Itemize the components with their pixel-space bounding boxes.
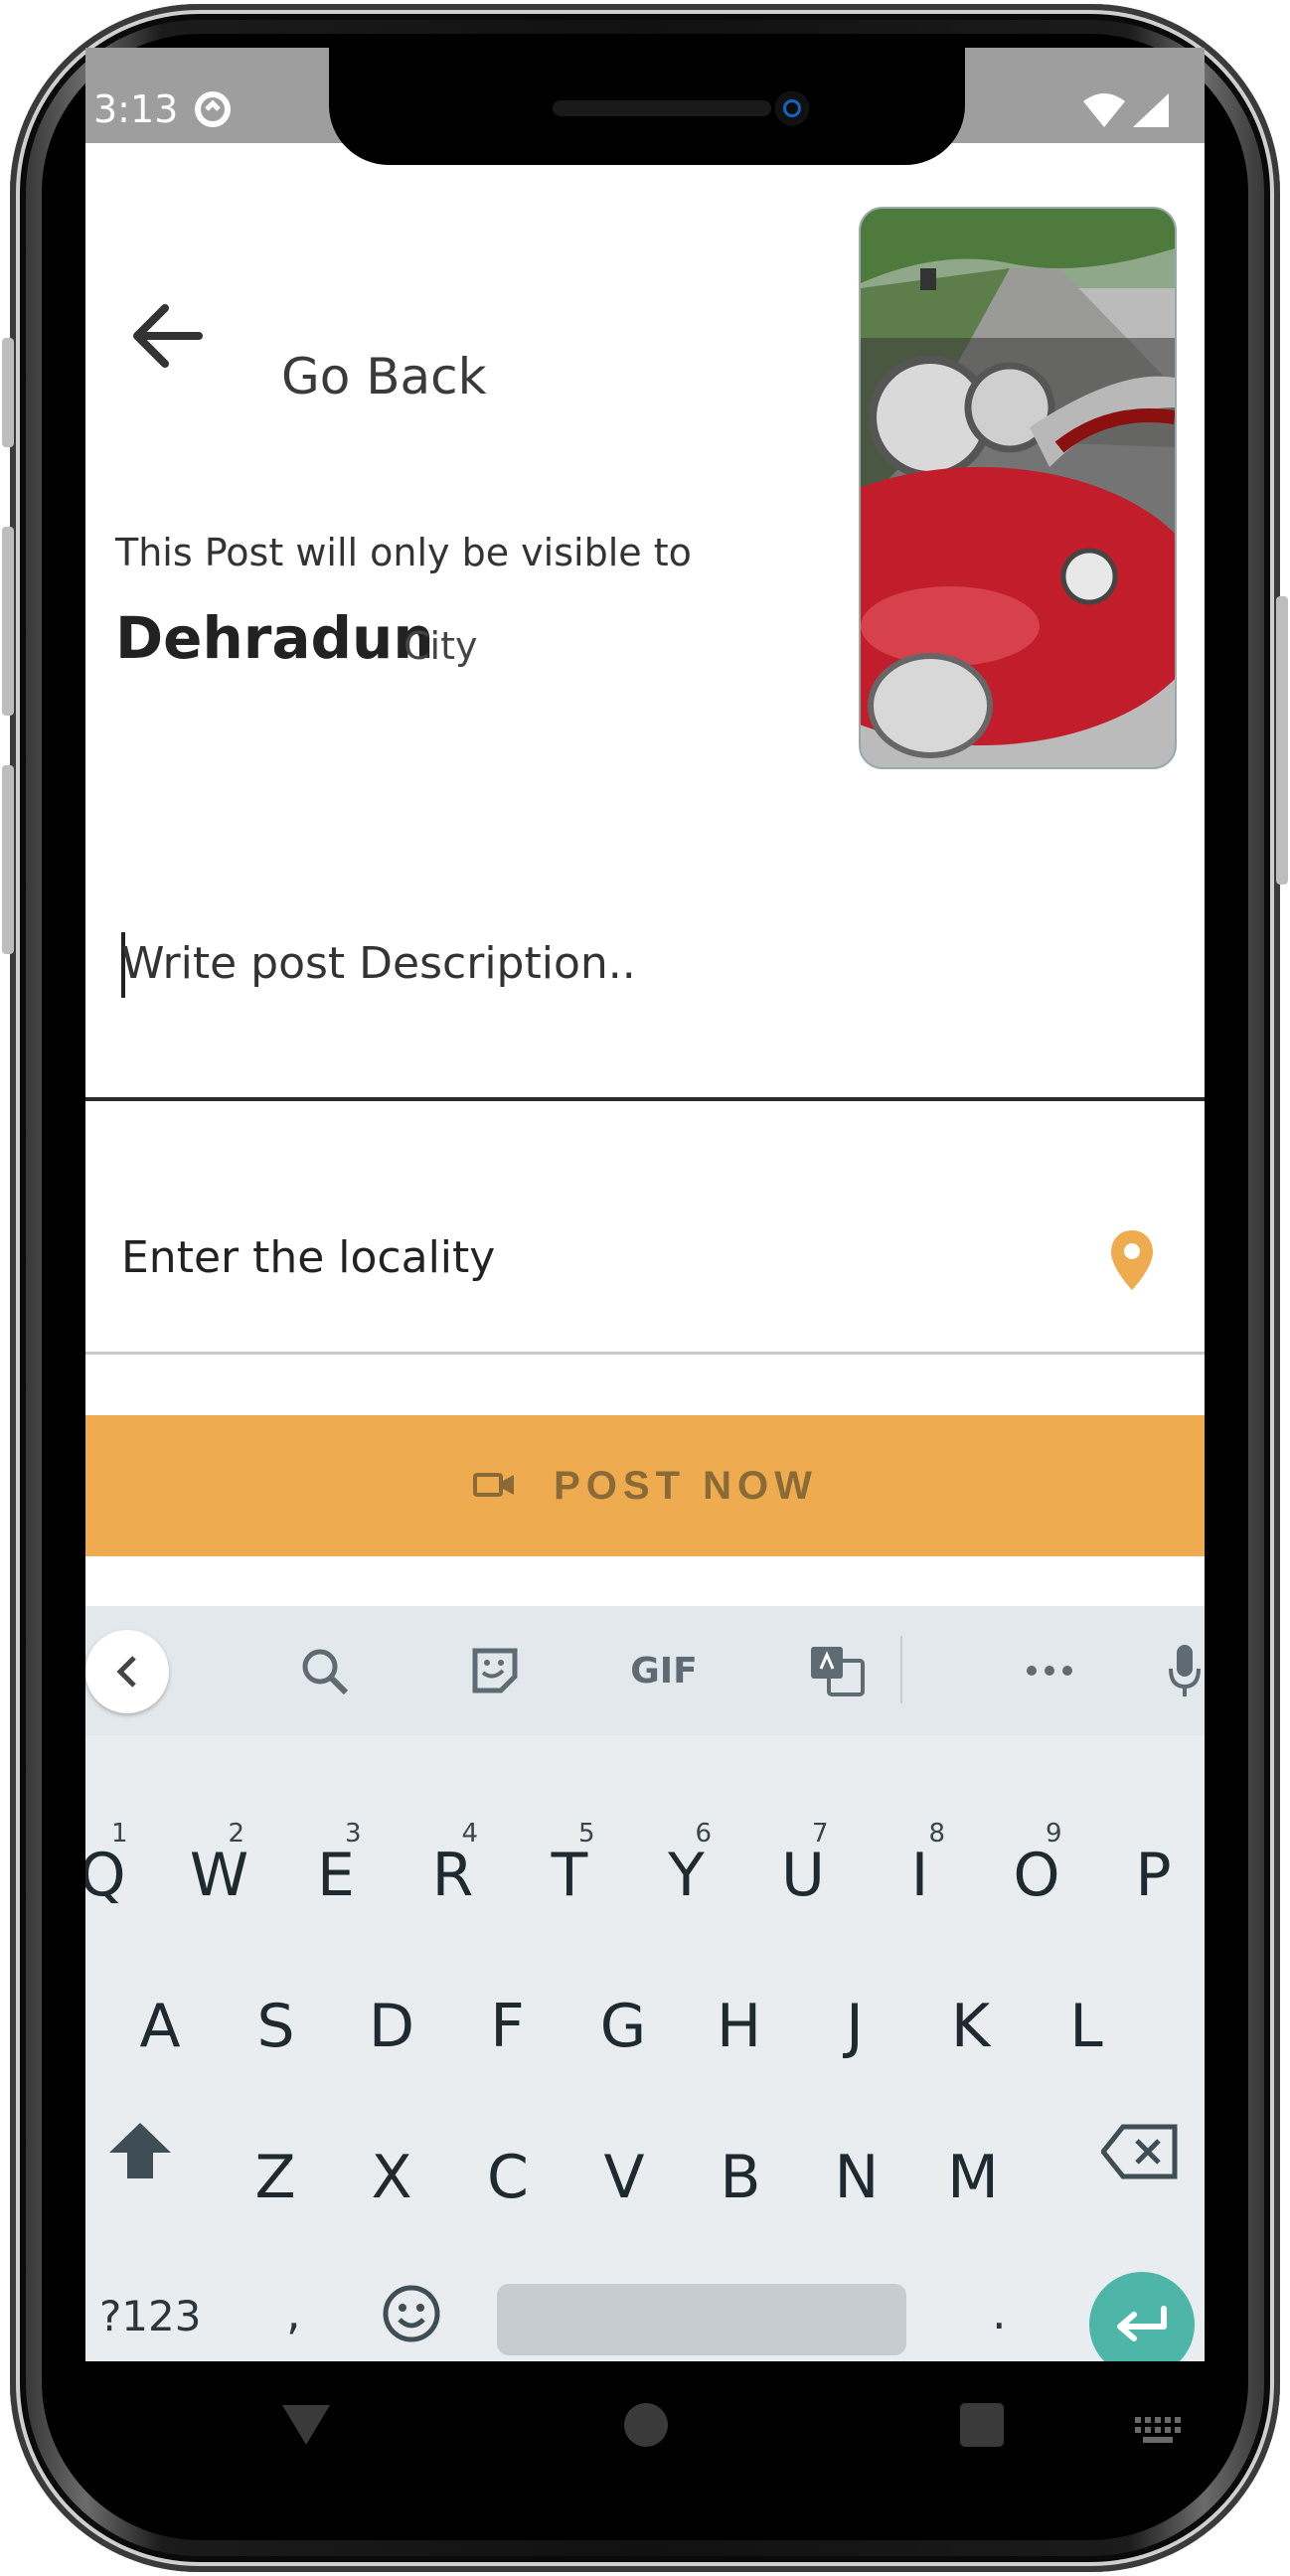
key-q[interactable]: Q xyxy=(85,1841,157,1910)
back-nav-icon[interactable] xyxy=(280,2401,332,2451)
key-v[interactable]: V xyxy=(569,2143,679,2212)
key-d[interactable]: D xyxy=(337,1992,446,2061)
keyboard-toolbar: GIF xyxy=(85,1606,1205,1735)
key-c[interactable]: C xyxy=(453,2143,563,2212)
post-now-button[interactable]: POST NOW xyxy=(85,1415,1205,1556)
key-b[interactable]: B xyxy=(686,2143,795,2212)
key-x[interactable]: X xyxy=(337,2143,446,2212)
key-f[interactable]: F xyxy=(453,1992,563,2061)
symbols-key[interactable]: ?123 xyxy=(99,2292,201,2340)
collapse-keyboard-button[interactable] xyxy=(85,1630,169,1713)
key-w[interactable]: W xyxy=(165,1841,274,1910)
home-nav-icon[interactable] xyxy=(622,2401,670,2453)
key-hint-8: 8 xyxy=(928,1819,946,1849)
front-camera xyxy=(775,91,809,125)
key-a[interactable]: A xyxy=(105,1992,215,2061)
back-arrow-icon[interactable] xyxy=(127,296,207,380)
key-u[interactable]: U xyxy=(748,1841,858,1910)
locality-placeholder: Enter the locality xyxy=(121,1232,496,1283)
key-l[interactable]: L xyxy=(1032,1992,1141,2061)
key-hint-4: 4 xyxy=(461,1819,479,1849)
key-h[interactable]: H xyxy=(685,1992,794,2061)
post-now-label: POST NOW xyxy=(554,1463,818,1508)
key-r[interactable]: R xyxy=(399,1841,508,1910)
key-o[interactable]: O xyxy=(982,1841,1091,1910)
key-p[interactable]: P xyxy=(1099,1841,1206,1910)
key-j[interactable]: J xyxy=(800,1992,909,2061)
keyboard-switch-icon[interactable] xyxy=(1133,2415,1183,2449)
more-options-icon[interactable] xyxy=(1010,1636,1089,1705)
period-key[interactable]: . xyxy=(992,2286,1007,2339)
key-z[interactable]: Z xyxy=(221,2143,330,2212)
sticker-icon[interactable] xyxy=(455,1636,535,1705)
power-button xyxy=(1276,596,1288,885)
go-back-label[interactable]: Go Back xyxy=(281,348,487,405)
video-camera-icon xyxy=(472,1469,518,1504)
earpiece-speaker xyxy=(553,100,771,116)
visibility-note: This Post will only be visible to xyxy=(115,531,692,574)
key-hint-7: 7 xyxy=(812,1819,829,1849)
translate-icon[interactable] xyxy=(797,1636,877,1705)
on-screen-keyboard: GIF Q1 W2 E3 R4 T5 Y6 U7 I8 O9 P ASDFGHJKL ZXCVBN… xyxy=(85,1606,1206,2377)
signal-icon xyxy=(1131,91,1171,133)
status-time: 3:13 xyxy=(93,87,179,131)
key-hint-1: 1 xyxy=(111,1819,128,1849)
toolbar-divider xyxy=(900,1636,902,1703)
description-placeholder: Write post Description.. xyxy=(121,938,636,989)
key-y[interactable]: Y xyxy=(632,1841,741,1910)
microphone-icon[interactable] xyxy=(1145,1636,1205,1705)
screen: 3:13 Go Back This Post will only be visi… xyxy=(85,48,1205,2489)
search-icon[interactable] xyxy=(284,1636,364,1705)
motorcycle-image xyxy=(861,209,1175,758)
locality-field[interactable]: Enter the locality xyxy=(85,1161,1205,1355)
side-button xyxy=(2,338,14,447)
side-button xyxy=(2,527,14,716)
key-m[interactable]: M xyxy=(918,2143,1028,2212)
wifi-icon xyxy=(1081,91,1127,133)
location-pin-icon[interactable] xyxy=(1109,1228,1155,1296)
key-n[interactable]: N xyxy=(802,2143,911,2212)
key-hint-9: 9 xyxy=(1046,1819,1062,1849)
comma-key[interactable]: , xyxy=(286,2286,301,2339)
backspace-key[interactable] xyxy=(1099,2123,1179,2184)
key-s[interactable]: S xyxy=(222,1992,331,2061)
key-hint-5: 5 xyxy=(578,1819,595,1849)
shift-key[interactable] xyxy=(105,2119,175,2186)
data-saver-icon xyxy=(191,87,235,135)
key-e[interactable]: E xyxy=(281,1841,391,1910)
space-key[interactable] xyxy=(497,2284,906,2355)
video-thumbnail[interactable] xyxy=(859,207,1177,769)
key-hint-6: 6 xyxy=(695,1819,713,1849)
recents-nav-icon[interactable] xyxy=(958,2401,1006,2453)
description-field[interactable]: Write post Description.. xyxy=(85,885,1205,1101)
key-k[interactable]: K xyxy=(916,1992,1026,2061)
gif-button[interactable]: GIF xyxy=(624,1636,704,1705)
side-button xyxy=(2,765,14,954)
city-type-label: City xyxy=(403,624,478,668)
key-i[interactable]: I xyxy=(866,1841,975,1910)
key-hint-3: 3 xyxy=(345,1819,362,1849)
key-hint-2: 2 xyxy=(228,1819,245,1849)
key-g[interactable]: G xyxy=(568,1992,678,2061)
navigation-bar xyxy=(85,2361,1205,2489)
city-name: Dehradun xyxy=(115,604,434,672)
emoji-key[interactable] xyxy=(380,2282,443,2349)
key-t[interactable]: T xyxy=(515,1841,624,1910)
